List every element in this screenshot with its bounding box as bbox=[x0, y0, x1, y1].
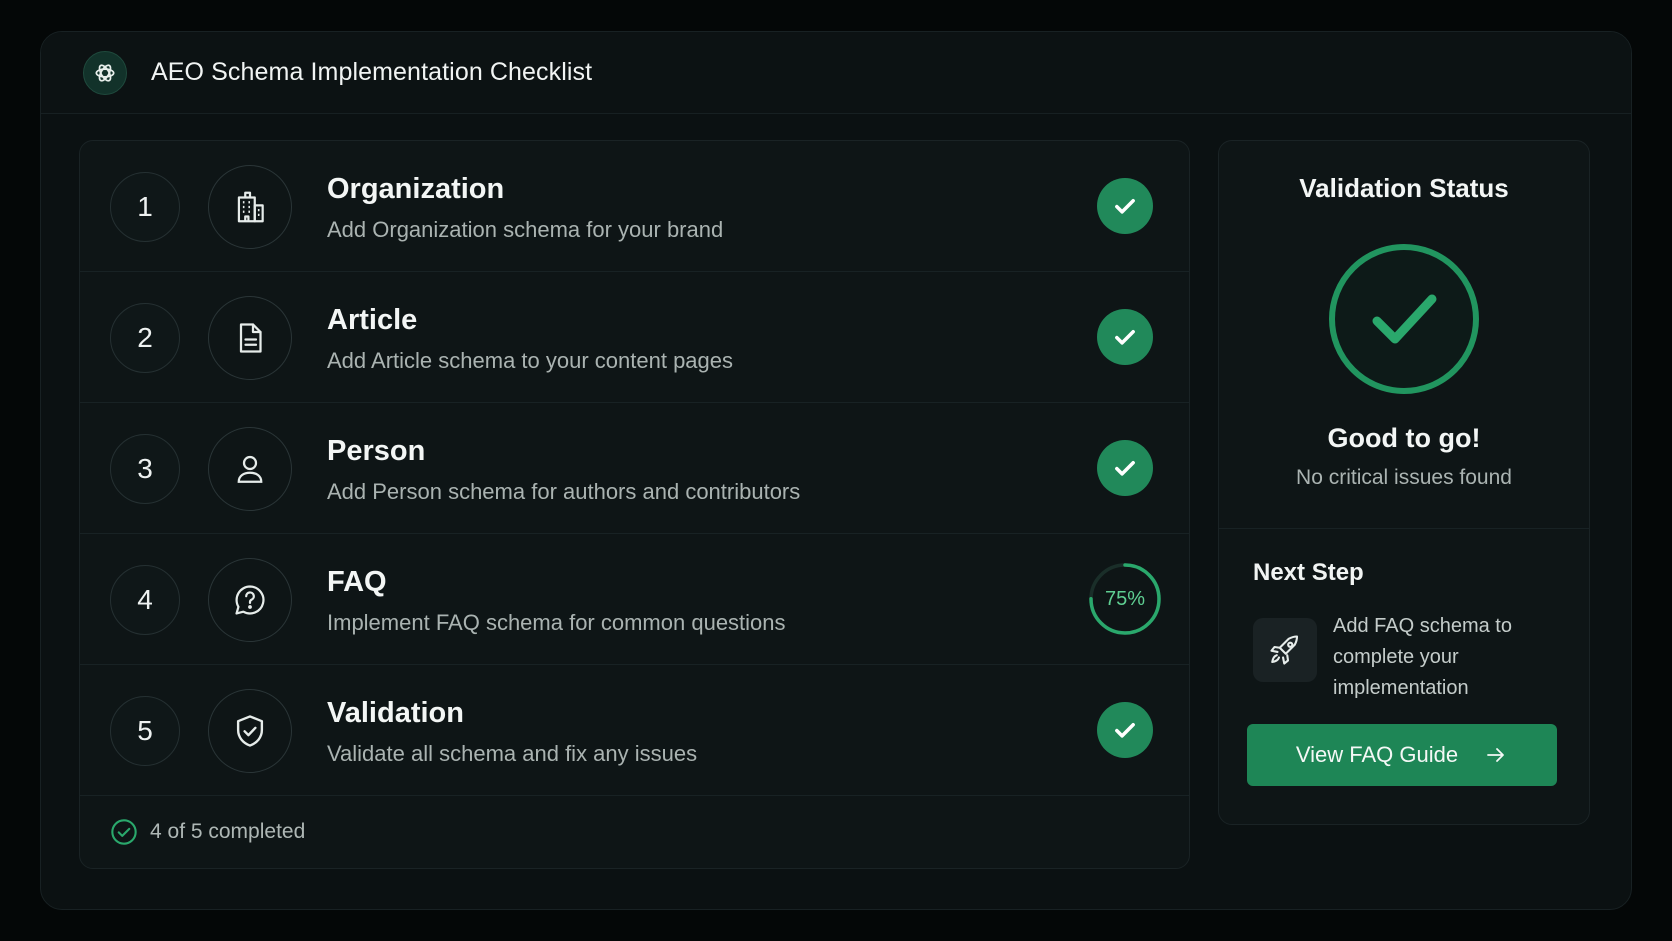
person-icon bbox=[208, 427, 292, 511]
checklist-footer: 4 of 5 completed bbox=[80, 796, 1189, 868]
next-step-title: Next Step bbox=[1253, 559, 1364, 586]
step-number: 3 bbox=[110, 434, 180, 504]
validation-status-section: Validation Status Good to go! No critica… bbox=[1219, 141, 1589, 529]
big-check-circle-icon bbox=[1329, 244, 1479, 394]
item-description: Implement FAQ schema for common question… bbox=[327, 610, 786, 635]
shield-check-icon bbox=[208, 689, 292, 773]
item-title: FAQ bbox=[327, 566, 387, 598]
title-bar: AEO Schema Implementation Checklist bbox=[41, 32, 1631, 114]
complete-check-icon bbox=[1097, 702, 1153, 758]
item-description: Add Organization schema for your brand bbox=[327, 217, 724, 242]
item-description: Validate all schema and fix any issues bbox=[327, 741, 698, 766]
complete-check-icon bbox=[1097, 178, 1153, 234]
checklist-item-validation[interactable]: 5 Validation Validate all schema and fix… bbox=[80, 665, 1189, 796]
document-icon bbox=[208, 296, 292, 380]
button-label: View FAQ Guide bbox=[1295, 742, 1459, 767]
complete-check-icon bbox=[1097, 440, 1153, 496]
next-step-description: Add FAQ schema to complete your implemen… bbox=[1333, 615, 1512, 699]
validation-panel: Validation Status Good to go! No critica… bbox=[1218, 140, 1590, 825]
progress-percent: 75% bbox=[1104, 587, 1146, 610]
rocket-icon bbox=[1253, 618, 1317, 682]
app-title: AEO Schema Implementation Checklist bbox=[151, 58, 593, 86]
arrow-right-icon bbox=[1487, 748, 1505, 762]
view-faq-guide-button[interactable]: View FAQ Guide bbox=[1247, 724, 1557, 786]
item-title: Organization bbox=[327, 173, 505, 205]
completion-count: 4 of 5 completed bbox=[150, 820, 306, 843]
status-subtitle: No critical issues found bbox=[1296, 466, 1512, 489]
validation-title: Validation Status bbox=[1299, 173, 1509, 203]
item-description: Add Person schema for authors and contri… bbox=[327, 479, 801, 504]
complete-check-icon bbox=[1097, 309, 1153, 365]
step-number: 2 bbox=[110, 303, 180, 373]
openai-logo-icon bbox=[83, 50, 127, 95]
step-number: 1 bbox=[110, 172, 180, 242]
checklist-panel: 1 Organization Add Organization schema f… bbox=[79, 140, 1190, 869]
item-title: Validation bbox=[327, 697, 464, 729]
item-title: Article bbox=[327, 304, 418, 336]
item-title: Person bbox=[327, 435, 426, 467]
step-number: 4 bbox=[110, 565, 180, 635]
check-circle-icon bbox=[111, 819, 137, 845]
step-number: 5 bbox=[110, 696, 180, 766]
item-description: Add Article schema to your content pages bbox=[327, 348, 734, 373]
status-title: Good to go! bbox=[1327, 423, 1481, 453]
checklist-item-person[interactable]: 3 Person Add Person schema for authors a… bbox=[80, 403, 1189, 534]
app-window: AEO Schema Implementation Checklist 1 Or… bbox=[40, 31, 1632, 910]
checklist-item-article[interactable]: 2 Article Add Article schema to your con… bbox=[80, 272, 1189, 403]
question-bubble-icon bbox=[208, 558, 292, 642]
checklist-item-faq[interactable]: 4 FAQ Implement FAQ schema for common qu… bbox=[80, 534, 1189, 665]
building-icon bbox=[208, 165, 292, 249]
checklist-item-organization[interactable]: 1 Organization Add Organization schema f… bbox=[80, 141, 1189, 272]
